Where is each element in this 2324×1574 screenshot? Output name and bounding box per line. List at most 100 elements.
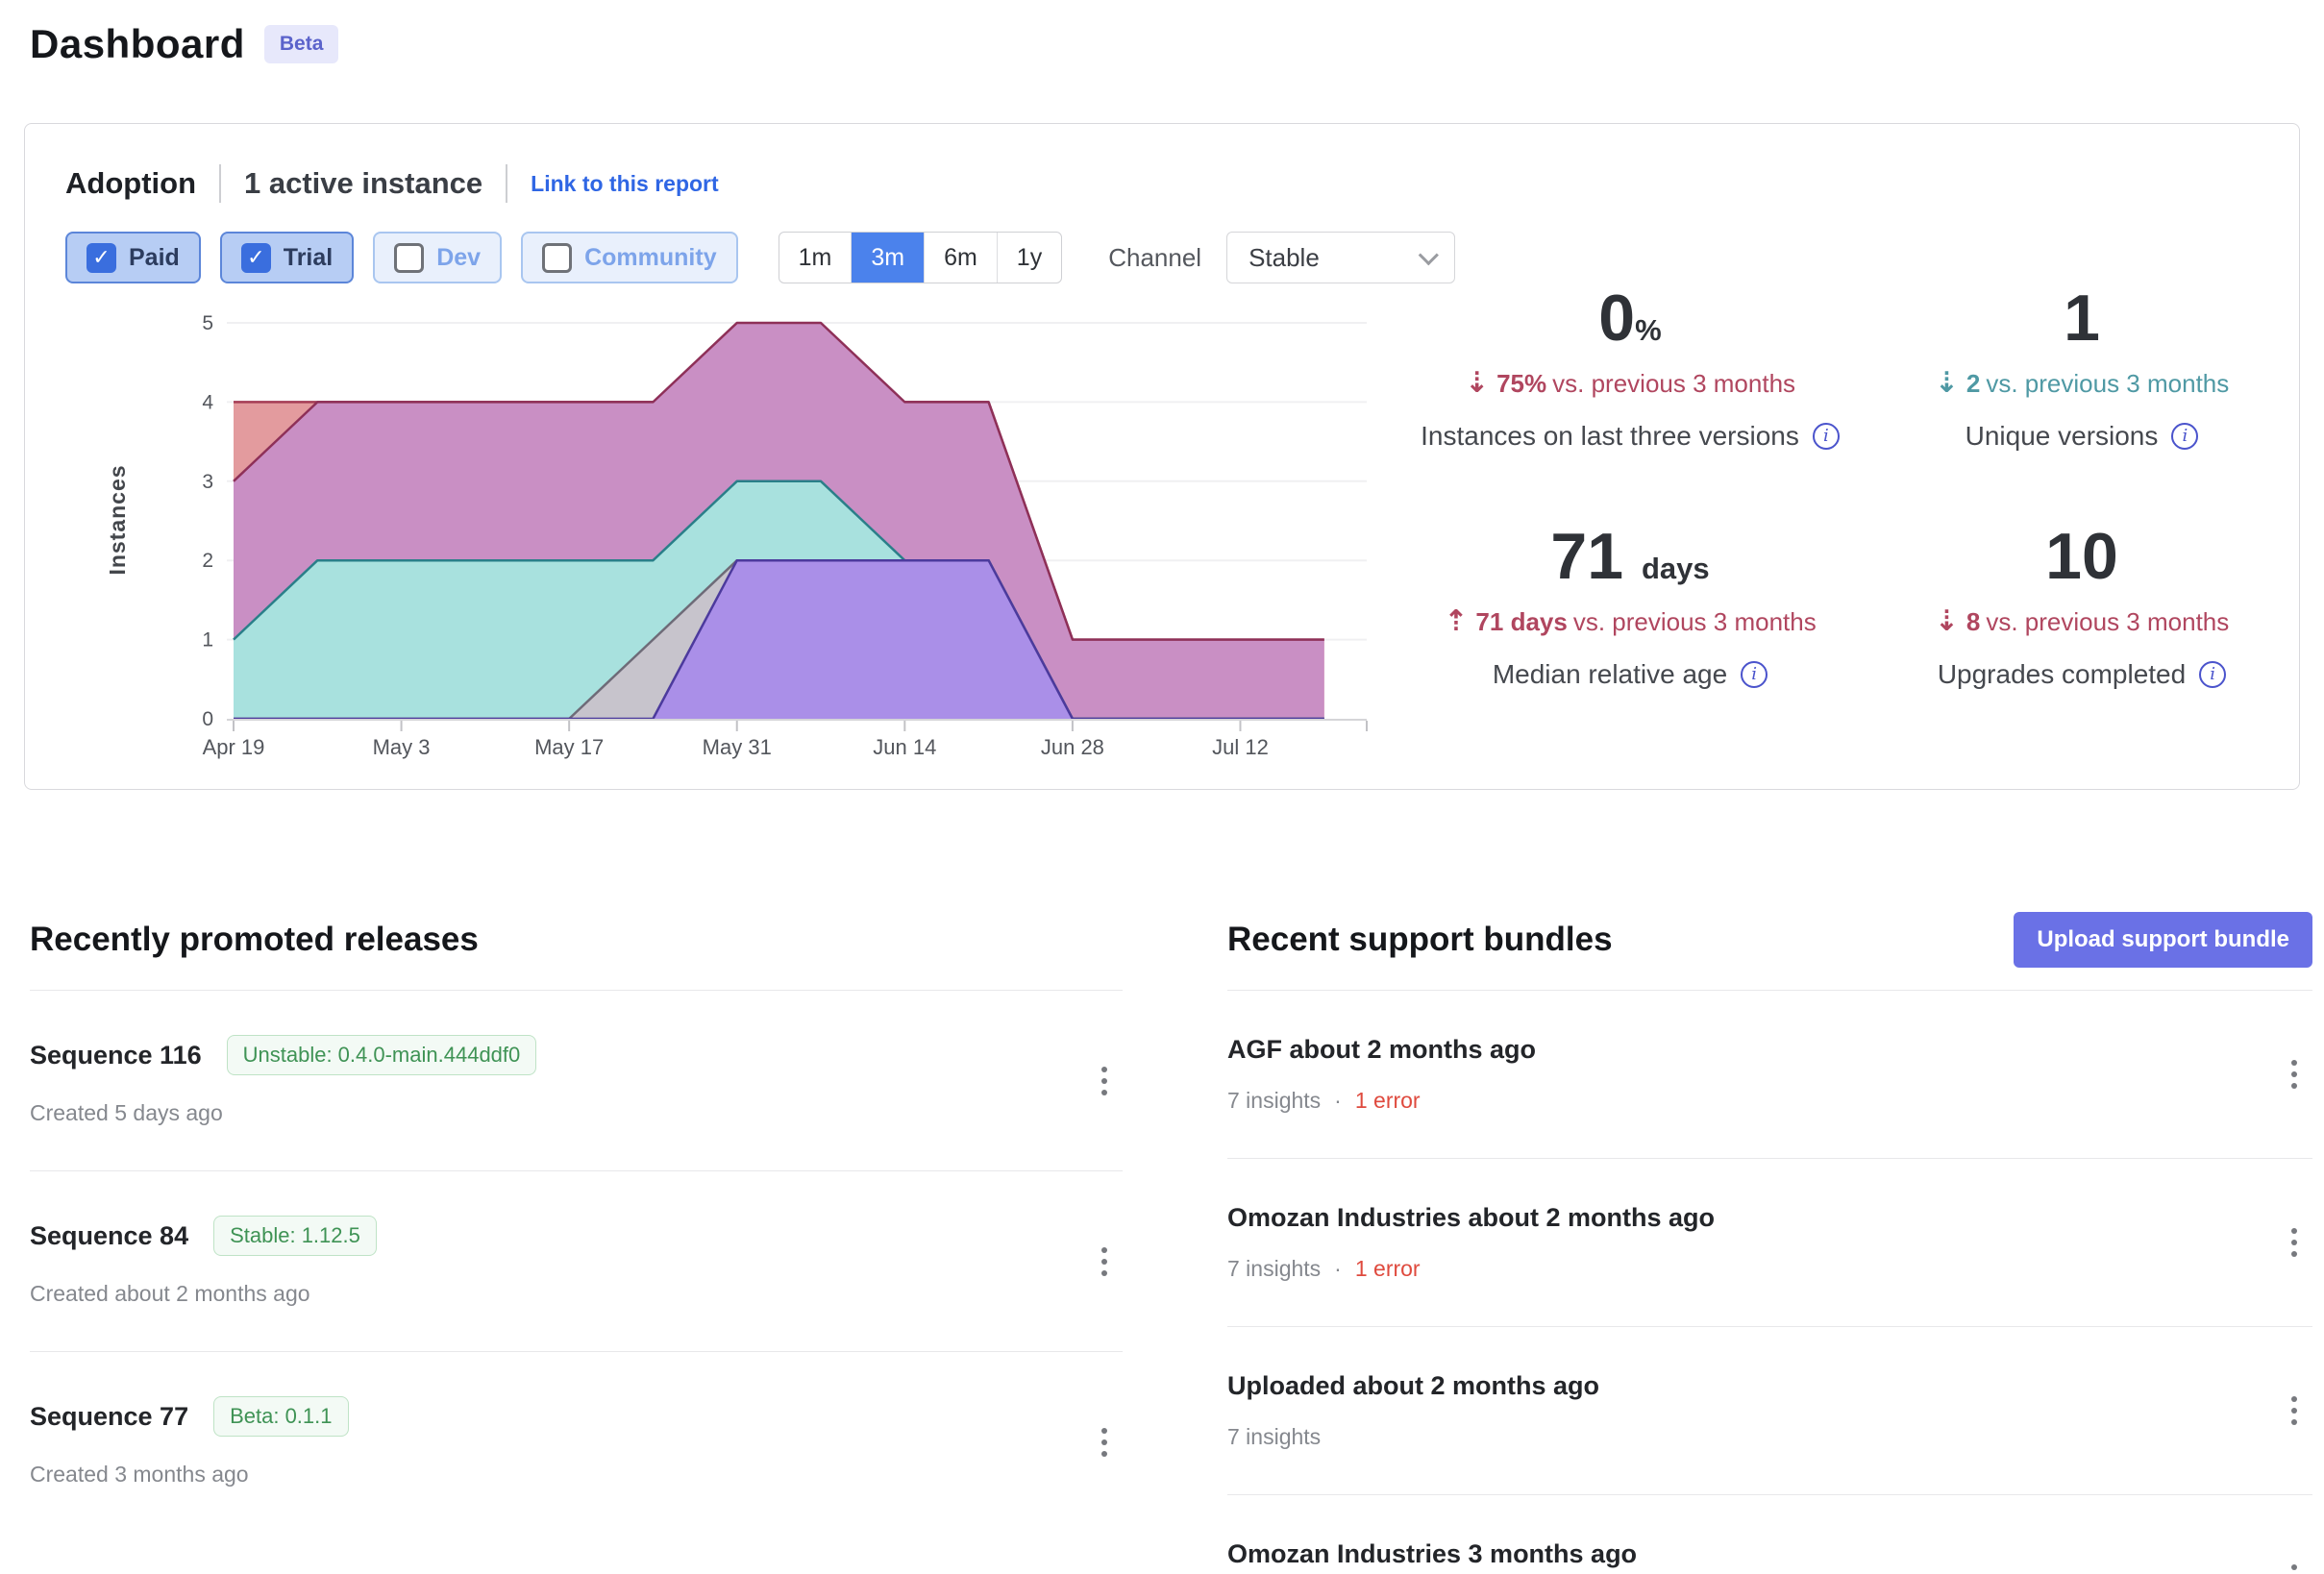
bottom-sections: Recently promoted releases Sequence 116 … bbox=[30, 911, 2312, 1574]
stat-suffix: days bbox=[1642, 552, 1710, 585]
kebab-menu-icon[interactable] bbox=[1092, 1238, 1117, 1286]
release-version-badge: Unstable: 0.4.0-main.444ddf0 bbox=[227, 1035, 537, 1075]
filter-label: Paid bbox=[129, 244, 180, 272]
trend-down-icon: ⇣ bbox=[1935, 605, 1959, 637]
stat-label: Unique versions bbox=[1966, 421, 2159, 452]
release-version-badge: Stable: 1.12.5 bbox=[213, 1216, 377, 1256]
beta-badge: Beta bbox=[264, 25, 339, 63]
checkbox-checked-icon[interactable] bbox=[241, 243, 271, 273]
bundle-row[interactable]: AGF about 2 months ago 7 insights · 1 er… bbox=[1227, 991, 2312, 1159]
channel-label: Channel bbox=[1108, 243, 1201, 273]
svg-text:Jun 14: Jun 14 bbox=[873, 735, 936, 759]
svg-text:0: 0 bbox=[202, 708, 213, 730]
stat-upgrades-completed: 10 ⇣8vs. previous 3 months Upgrades comp… bbox=[1856, 521, 2308, 690]
bundle-row[interactable]: Omozan Industries about 2 months ago 7 i… bbox=[1227, 1159, 2312, 1327]
info-icon[interactable] bbox=[1741, 661, 1768, 688]
checkbox-checked-icon[interactable] bbox=[87, 243, 116, 273]
stat-label: Median relative age bbox=[1493, 659, 1727, 690]
dot-separator: · bbox=[1334, 1256, 1342, 1282]
range-6m[interactable]: 6m bbox=[924, 233, 997, 283]
release-row-sequence-116[interactable]: Sequence 116 Unstable: 0.4.0-main.444ddf… bbox=[30, 991, 1123, 1171]
filter-paid[interactable]: Paid bbox=[65, 232, 201, 283]
adoption-card-header: Adoption 1 active instance Link to this … bbox=[65, 164, 719, 203]
release-name: Sequence 77 bbox=[30, 1402, 188, 1432]
bundle-name: Omozan Industries 3 months ago bbox=[1227, 1539, 2312, 1569]
svg-text:Jul 12: Jul 12 bbox=[1212, 735, 1269, 759]
release-created: Created 3 months ago bbox=[30, 1462, 1123, 1488]
range-1y[interactable]: 1y bbox=[997, 233, 1061, 283]
bundle-insights: 7 insights bbox=[1227, 1256, 1321, 1282]
page-title: Dashboard bbox=[30, 21, 245, 67]
stat-median-relative-age: 71 days ⇡71 daysvs. previous 3 months Me… bbox=[1404, 521, 1856, 690]
filter-trial[interactable]: Trial bbox=[220, 232, 354, 283]
divider bbox=[506, 164, 507, 203]
bundle-row[interactable]: Omozan Industries 3 months ago 7 insight… bbox=[1227, 1495, 2312, 1574]
dashboard-page: Dashboard Beta Adoption 1 active instanc… bbox=[0, 0, 2324, 1574]
checkbox-unchecked-icon[interactable] bbox=[394, 243, 424, 273]
filter-label: Trial bbox=[284, 244, 333, 272]
stat-label: Upgrades completed bbox=[1938, 659, 2186, 690]
filter-community[interactable]: Community bbox=[521, 232, 738, 283]
support-bundles-title: Recent support bundles bbox=[1227, 921, 1613, 959]
stat-label: Instances on last three versions bbox=[1421, 421, 1799, 452]
adoption-card: Adoption 1 active instance Link to this … bbox=[24, 123, 2300, 790]
release-row-sequence-84[interactable]: Sequence 84 Stable: 1.12.5 Created about… bbox=[30, 1171, 1123, 1352]
trend-down-icon: ⇣ bbox=[1935, 367, 1959, 399]
release-name: Sequence 84 bbox=[30, 1221, 188, 1251]
kebab-menu-icon[interactable] bbox=[2282, 1218, 2307, 1267]
stat-delta: ⇣2vs. previous 3 months bbox=[1856, 366, 2308, 400]
adoption-title: Adoption bbox=[65, 166, 196, 201]
channel-filter: Channel Stable bbox=[1108, 232, 1455, 283]
svg-text:May 3: May 3 bbox=[373, 735, 431, 759]
kebab-menu-icon[interactable] bbox=[2282, 1387, 2307, 1435]
time-range-segmented-control: 1m 3m 6m 1y bbox=[779, 232, 1063, 283]
stat-delta: ⇣75%vs. previous 3 months bbox=[1404, 366, 1856, 400]
channel-selected-value: Stable bbox=[1249, 243, 1320, 273]
bundle-name: Uploaded about 2 months ago bbox=[1227, 1371, 2312, 1401]
stat-value: 71 bbox=[1550, 520, 1623, 593]
stat-value: 1 bbox=[2064, 282, 2100, 355]
checkbox-unchecked-icon[interactable] bbox=[542, 243, 572, 273]
divider bbox=[219, 164, 221, 203]
svg-text:Apr 19: Apr 19 bbox=[203, 735, 265, 759]
info-icon[interactable] bbox=[2199, 661, 2226, 688]
kebab-menu-icon[interactable] bbox=[2282, 1050, 2307, 1098]
filter-label: Community bbox=[584, 244, 717, 272]
link-to-report[interactable]: Link to this report bbox=[531, 171, 719, 197]
info-icon[interactable] bbox=[1813, 423, 1840, 450]
dot-separator: · bbox=[1334, 1088, 1342, 1114]
active-instance-count: 1 active instance bbox=[244, 166, 482, 201]
adoption-area-chart[interactable]: 012345Apr 19May 3May 17May 31Jun 14Jun 2… bbox=[110, 305, 1409, 795]
filter-dev[interactable]: Dev bbox=[373, 232, 502, 283]
page-header: Dashboard Beta bbox=[30, 21, 338, 67]
info-icon[interactable] bbox=[2171, 423, 2198, 450]
release-row-sequence-77[interactable]: Sequence 77 Beta: 0.1.1 Created 3 months… bbox=[30, 1352, 1123, 1532]
bundle-row[interactable]: Uploaded about 2 months ago 7 insights bbox=[1227, 1327, 2312, 1495]
range-3m[interactable]: 3m bbox=[851, 233, 924, 283]
stat-unique-versions: 1 ⇣2vs. previous 3 months Unique version… bbox=[1856, 283, 2308, 452]
kebab-menu-icon[interactable] bbox=[2282, 1555, 2307, 1574]
kebab-menu-icon[interactable] bbox=[1092, 1418, 1117, 1466]
bundle-insights: 7 insights bbox=[1227, 1088, 1321, 1114]
filter-row: Paid Trial Dev Community 1m 3m 6m 1y bbox=[65, 232, 1455, 283]
svg-text:Jun 28: Jun 28 bbox=[1041, 735, 1104, 759]
releases-section: Recently promoted releases Sequence 116 … bbox=[30, 911, 1123, 1574]
channel-select[interactable]: Stable bbox=[1226, 232, 1455, 283]
range-1m[interactable]: 1m bbox=[779, 233, 852, 283]
svg-text:1: 1 bbox=[202, 629, 213, 652]
release-version-badge: Beta: 0.1.1 bbox=[213, 1396, 348, 1437]
trend-up-icon: ⇡ bbox=[1444, 605, 1468, 637]
stat-delta: ⇣8vs. previous 3 months bbox=[1856, 604, 2308, 638]
releases-title: Recently promoted releases bbox=[30, 921, 479, 959]
stat-delta: ⇡71 daysvs. previous 3 months bbox=[1404, 604, 1856, 638]
release-created: Created 5 days ago bbox=[30, 1100, 1123, 1126]
stat-suffix: % bbox=[1635, 313, 1662, 347]
stat-value: 10 bbox=[2045, 520, 2118, 593]
kebab-menu-icon[interactable] bbox=[1092, 1057, 1117, 1105]
bundle-error-count: 1 error bbox=[1355, 1088, 1421, 1114]
svg-text:May 17: May 17 bbox=[534, 735, 604, 759]
svg-text:4: 4 bbox=[202, 391, 213, 413]
stat-instances-last-three-versions: 0% ⇣75%vs. previous 3 months Instances o… bbox=[1404, 283, 1856, 452]
bundle-error-count: 1 error bbox=[1355, 1256, 1421, 1282]
upload-support-bundle-button[interactable]: Upload support bundle bbox=[2014, 912, 2312, 968]
